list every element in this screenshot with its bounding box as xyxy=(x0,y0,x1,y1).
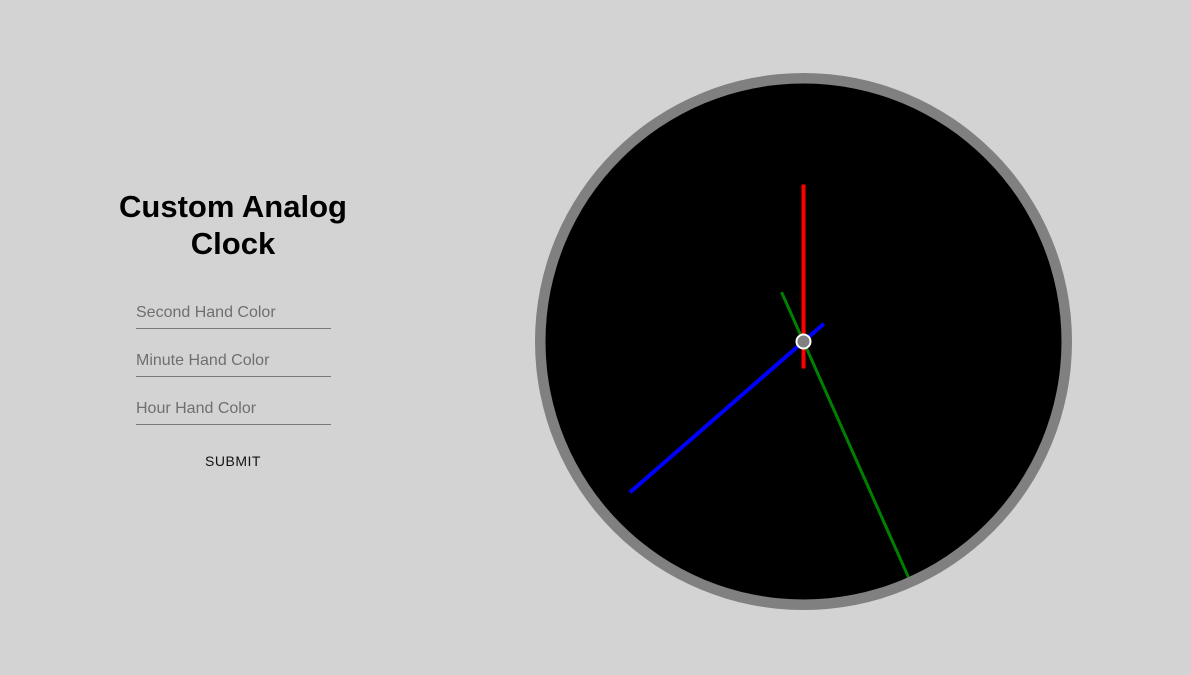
analog-clock xyxy=(535,73,1072,610)
submit-button[interactable]: SUBMIT xyxy=(205,453,261,469)
page-title: Custom Analog Clock xyxy=(119,189,347,261)
page: Custom Analog Clock SUBMIT xyxy=(0,0,1191,675)
clock-center-pin xyxy=(795,333,812,350)
clock-svg xyxy=(535,73,1072,610)
color-form xyxy=(103,298,363,425)
hour-hand-color-input[interactable] xyxy=(136,394,331,425)
second-hand-color-input[interactable] xyxy=(136,298,331,329)
minute-hand-color-input[interactable] xyxy=(136,346,331,377)
control-panel: Custom Analog Clock SUBMIT xyxy=(103,188,363,469)
